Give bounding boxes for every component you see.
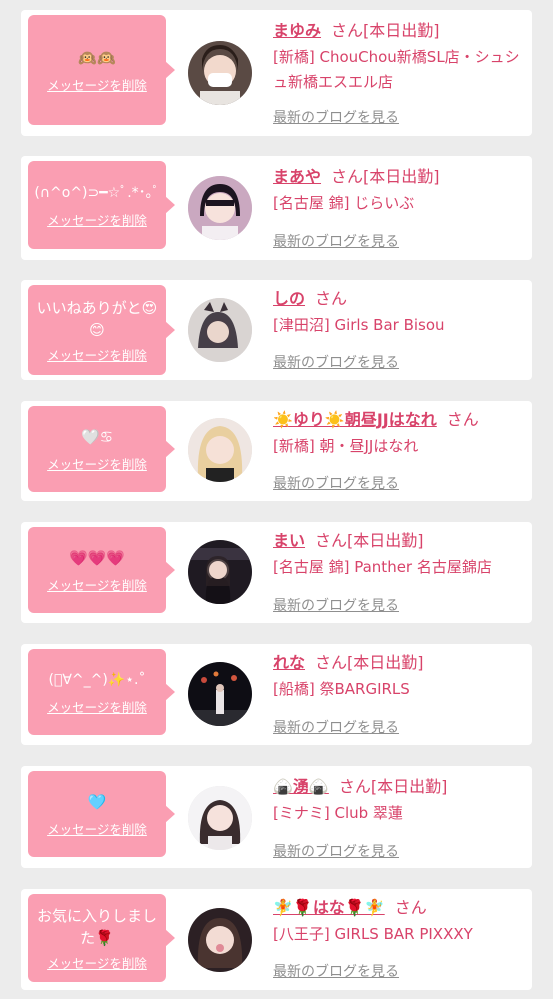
message-text: (∩^o^)⊃━☆ﾟ.*･｡ﾟ	[34, 184, 160, 201]
shop-name: [名古屋 錦] Panther 名古屋錦店	[273, 558, 492, 576]
list-item: (ﾟ∀^_^)✨⋆.˚ メッセージを削除 れな さん[本日出勤] [船橋] 祭BA…	[21, 644, 532, 745]
attendance-status: [本日出勤]	[363, 167, 440, 186]
avatar[interactable]	[188, 418, 252, 482]
attendance-status: [本日出勤]	[370, 777, 448, 796]
latest-blog-link[interactable]: 最新のブログを見る	[273, 352, 399, 372]
honorific: さん	[315, 531, 348, 550]
avatar-photo	[188, 786, 252, 850]
delete-message-button[interactable]: メッセージを削除	[47, 819, 147, 838]
avatar-photo	[188, 41, 252, 105]
avatar-photo	[188, 908, 252, 972]
avatar[interactable]	[188, 41, 252, 105]
latest-blog-link[interactable]: 最新のブログを見る	[273, 841, 399, 861]
cast-info: ☀️ゆり☀️朝昼JJはなれ さん [新橋] 朝・昼JJはなれ	[273, 409, 522, 459]
avatar[interactable]	[188, 540, 252, 604]
latest-blog-link[interactable]: 最新のブログを見る	[273, 473, 399, 493]
honorific: さん	[315, 653, 348, 672]
list-item: 🙉🙉 メッセージを削除 まゆみ さん[本日出勤] [新橋] ChouChou新橋S…	[21, 10, 532, 136]
message-bubble: 🤍♋ メッセージを削除	[28, 406, 175, 492]
honorific: さん	[394, 898, 427, 917]
cast-name-link[interactable]: まい	[273, 531, 305, 550]
message-text: いいねありがと😍😊	[36, 298, 158, 339]
honorific: さん	[315, 289, 348, 308]
avatar-photo	[188, 662, 252, 726]
avatar[interactable]	[188, 908, 252, 972]
list-item: お気に入りしました🌹 メッセージを削除 🧚🌹はな🌹🧚 さん [八王子] GIRLS…	[21, 889, 532, 990]
latest-blog-link[interactable]: 最新のブログを見る	[273, 717, 399, 737]
list-item: (∩^o^)⊃━☆ﾟ.*･｡ﾟ メッセージを削除 まあや さん[本日出勤] [名古…	[21, 156, 532, 260]
cast-info: しの さん [津田沼] Girls Bar Bisou	[273, 288, 522, 338]
message-list: 🙉🙉 メッセージを削除 まゆみ さん[本日出勤] [新橋] ChouChou新橋S…	[0, 0, 553, 999]
attendance-status: [本日出勤]	[347, 653, 424, 672]
avatar[interactable]	[188, 662, 252, 726]
message-text: お気に入りしました🌹	[36, 906, 157, 947]
cast-name-link[interactable]: まあや	[273, 167, 321, 186]
avatar[interactable]	[188, 176, 252, 240]
latest-blog-link[interactable]: 最新のブログを見る	[273, 231, 399, 251]
message-bubble: (ﾟ∀^_^)✨⋆.˚ メッセージを削除	[28, 649, 175, 735]
delete-message-button[interactable]: メッセージを削除	[47, 697, 147, 716]
avatar-photo	[188, 540, 252, 604]
latest-blog-link[interactable]: 最新のブログを見る	[273, 595, 399, 615]
cast-name-link[interactable]: ☀️ゆり☀️朝昼JJはなれ	[273, 410, 437, 429]
cast-name-link[interactable]: しの	[273, 289, 305, 308]
cast-name-link[interactable]: れな	[273, 653, 305, 672]
avatar-photo	[188, 298, 252, 362]
shop-name: [新橋] 朝・昼JJはなれ	[273, 437, 419, 455]
shop-name: [ミナミ] Club 翠蓮	[273, 804, 403, 822]
delete-message-button[interactable]: メッセージを削除	[47, 75, 147, 94]
delete-message-button[interactable]: メッセージを削除	[47, 953, 147, 972]
cast-info: 🧚🌹はな🌹🧚 さん [八王子] GIRLS BAR PIXXXY	[273, 897, 522, 947]
cast-info: まあや さん[本日出勤] [名古屋 錦] じらいぶ	[273, 166, 522, 216]
cast-info: まい さん[本日出勤] [名古屋 錦] Panther 名古屋錦店	[273, 530, 522, 580]
delete-message-button[interactable]: メッセージを削除	[47, 575, 147, 594]
honorific: さん	[446, 410, 479, 429]
list-item: 🩵 メッセージを削除 🍙湧🍙 さん[本日出勤] [ミナミ] Club 翠蓮 最新の…	[21, 766, 532, 868]
cast-name-link[interactable]: まゆみ	[273, 21, 321, 40]
latest-blog-link[interactable]: 最新のブログを見る	[273, 107, 399, 127]
shop-name: [八王子] GIRLS BAR PIXXXY	[273, 925, 473, 943]
avatar[interactable]	[188, 786, 252, 850]
list-item: 💗💗💗 メッセージを削除 まい さん[本日出勤] [名古屋 錦] Panther …	[21, 522, 532, 623]
honorific: さん	[331, 167, 364, 186]
delete-message-button[interactable]: メッセージを削除	[47, 454, 147, 473]
cast-info: 🍙湧🍙 さん[本日出勤] [ミナミ] Club 翠蓮	[273, 776, 522, 826]
cast-name-link[interactable]: 🍙湧🍙	[273, 777, 329, 796]
message-bubble: 💗💗💗 メッセージを削除	[28, 527, 175, 613]
delete-message-button[interactable]: メッセージを削除	[47, 210, 147, 229]
shop-name: [津田沼] Girls Bar Bisou	[273, 316, 445, 334]
honorific: さん	[338, 777, 371, 796]
shop-name: [新橋] ChouChou新橋SL店・シュシュ新橋エスエル店	[273, 48, 520, 91]
avatar[interactable]	[188, 298, 252, 362]
list-item: いいねありがと😍😊 メッセージを削除 しの さん [津田沼] Girls Bar …	[21, 280, 532, 380]
attendance-status: [本日出勤]	[363, 21, 440, 40]
message-bubble: (∩^o^)⊃━☆ﾟ.*･｡ﾟ メッセージを削除	[28, 161, 175, 249]
attendance-status: [本日出勤]	[347, 531, 424, 550]
avatar-photo	[188, 418, 252, 482]
shop-name: [名古屋 錦] じらいぶ	[273, 194, 415, 212]
message-text: 🩵	[87, 792, 107, 811]
message-text: 🙉🙉	[78, 48, 116, 67]
avatar-photo	[188, 176, 252, 240]
message-bubble: 🩵 メッセージを削除	[28, 771, 175, 857]
cast-info: れな さん[本日出勤] [船橋] 祭BARGIRLS	[273, 652, 522, 702]
message-bubble: いいねありがと😍😊 メッセージを削除	[28, 285, 175, 375]
shop-name: [船橋] 祭BARGIRLS	[273, 680, 410, 698]
cast-name-link[interactable]: 🧚🌹はな🌹🧚	[273, 898, 385, 917]
message-bubble: 🙉🙉 メッセージを削除	[28, 15, 175, 125]
message-text: 🤍♋	[80, 427, 114, 446]
cast-info: まゆみ さん[本日出勤] [新橋] ChouChou新橋SL店・シュシュ新橋エスエ…	[273, 20, 522, 95]
honorific: さん	[331, 21, 364, 40]
latest-blog-link[interactable]: 最新のブログを見る	[273, 961, 399, 981]
message-text: (ﾟ∀^_^)✨⋆.˚	[48, 671, 146, 688]
message-bubble: お気に入りしました🌹 メッセージを削除	[28, 894, 175, 982]
message-text: 💗💗💗	[68, 548, 126, 567]
list-item: 🤍♋ メッセージを削除 ☀️ゆり☀️朝昼JJはなれ さん [新橋] 朝・昼JJはな…	[21, 401, 532, 501]
delete-message-button[interactable]: メッセージを削除	[47, 345, 147, 364]
